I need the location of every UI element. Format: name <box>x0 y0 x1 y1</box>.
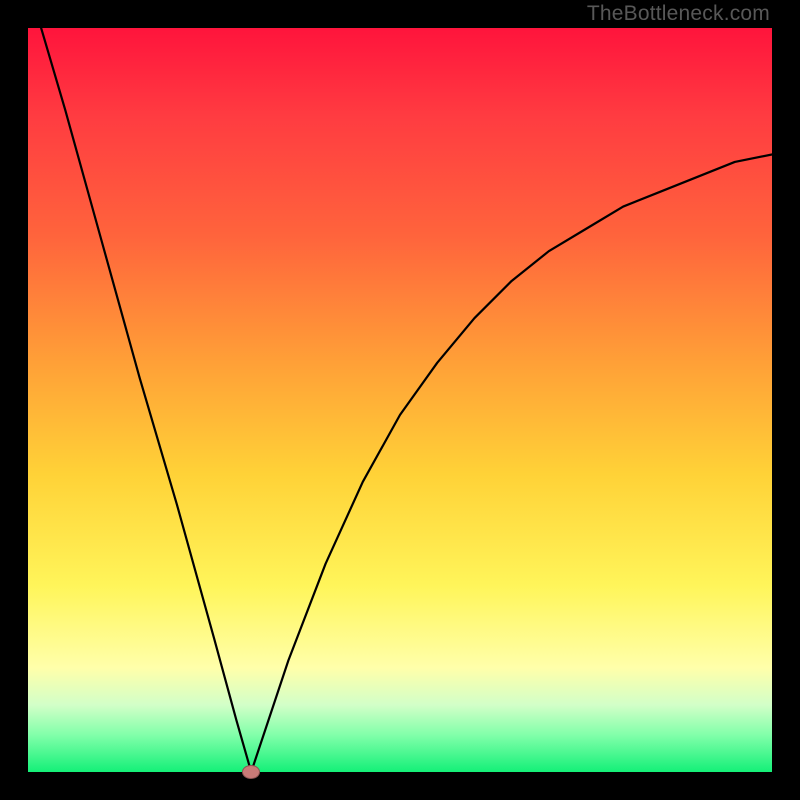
bottleneck-curve <box>28 28 772 772</box>
minimum-marker <box>242 765 260 779</box>
watermark-text: TheBottleneck.com <box>587 2 770 26</box>
chart-frame <box>28 28 772 772</box>
